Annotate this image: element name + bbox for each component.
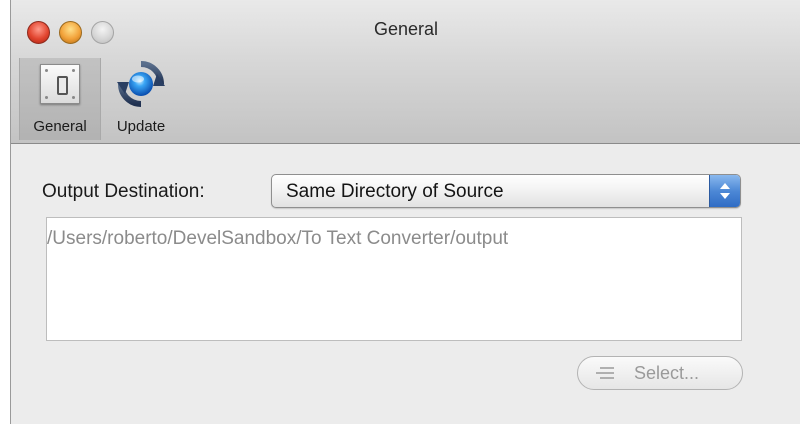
output-path-field[interactable]: /Users/roberto/DevelSandbox/To Text Conv…: [46, 217, 742, 341]
general-pane: Output Destination: Same Directory of So…: [11, 144, 800, 424]
refresh-icon: [117, 61, 165, 107]
chevron-updown-icon: [709, 175, 740, 207]
popup-selected-value: Same Directory of Source: [286, 181, 504, 202]
toolbar-item-update[interactable]: Update: [101, 58, 181, 140]
select-button[interactable]: Select...: [577, 356, 743, 390]
toolbar-item-general[interactable]: General: [19, 58, 101, 140]
toolbar-item-label: General: [33, 118, 87, 135]
toolbar-item-label: Update: [116, 118, 166, 135]
toolbar: General General Update: [11, 0, 800, 144]
output-destination-popup[interactable]: Same Directory of Source: [271, 174, 741, 208]
window-title: General: [373, 19, 439, 39]
list-lines-icon: [596, 367, 614, 379]
output-destination-label: Output Destination:: [42, 181, 205, 202]
switch-icon: [40, 64, 80, 104]
output-path-text: /Users/roberto/DevelSandbox/To Text Conv…: [47, 228, 509, 249]
select-button-label: Select...: [634, 363, 700, 383]
preferences-window: General General Update Output Destinatio…: [10, 0, 800, 424]
